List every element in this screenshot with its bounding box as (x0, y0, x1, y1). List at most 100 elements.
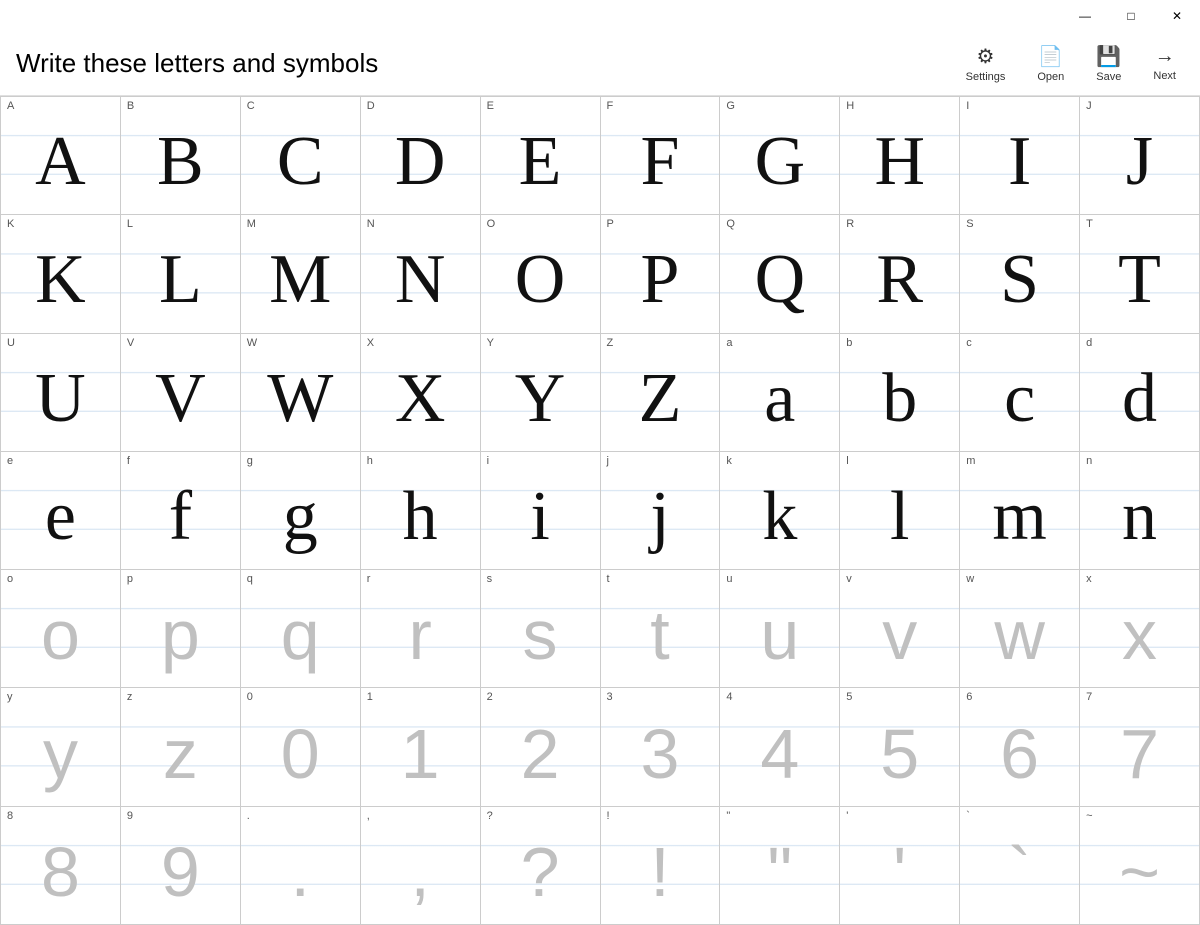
cell-M[interactable]: MM (241, 215, 361, 333)
cell-5[interactable]: 55 (840, 688, 960, 806)
cell-n[interactable]: nn (1080, 452, 1200, 570)
cell-_[interactable]: ,, (361, 807, 481, 925)
cell-J[interactable]: JJ (1080, 97, 1200, 215)
cell-r[interactable]: rr (361, 570, 481, 688)
cell-1[interactable]: 11 (361, 688, 481, 806)
cell-i[interactable]: ii (481, 452, 601, 570)
cell-k[interactable]: kk (720, 452, 840, 570)
cell-_[interactable]: !! (601, 807, 721, 925)
cell-label: 3 (607, 692, 613, 703)
cell-Z[interactable]: ZZ (601, 334, 721, 452)
cell-U[interactable]: UU (1, 334, 121, 452)
cell-label: 7 (1086, 692, 1092, 703)
cell-N[interactable]: NN (361, 215, 481, 333)
cell-label: F (607, 101, 614, 112)
cell-d[interactable]: dd (1080, 334, 1200, 452)
cell-6[interactable]: 66 (960, 688, 1080, 806)
cell-_[interactable]: "" (720, 807, 840, 925)
cell-G[interactable]: GG (720, 97, 840, 215)
cell-label: M (247, 219, 256, 230)
cell-b[interactable]: bb (840, 334, 960, 452)
cell-P[interactable]: PP (601, 215, 721, 333)
cell-g[interactable]: gg (241, 452, 361, 570)
cell-label: Y (487, 338, 494, 349)
cell-8[interactable]: 88 (1, 807, 121, 925)
cell-m[interactable]: mm (960, 452, 1080, 570)
cell-character: f (127, 467, 234, 567)
cell-Y[interactable]: YY (481, 334, 601, 452)
next-button[interactable]: →Next (1145, 41, 1184, 86)
cell-9[interactable]: 99 (121, 807, 241, 925)
cell-K[interactable]: KK (1, 215, 121, 333)
cell-character: g (247, 467, 354, 567)
cell-I[interactable]: II (960, 97, 1080, 215)
cell-character: M (247, 230, 354, 330)
open-button[interactable]: 📄Open (1029, 40, 1072, 87)
cell-F[interactable]: FF (601, 97, 721, 215)
cell-X[interactable]: XX (361, 334, 481, 452)
cell-label: 4 (726, 692, 732, 703)
cell-_[interactable]: '' (840, 807, 960, 925)
cell-O[interactable]: OO (481, 215, 601, 333)
cell-H[interactable]: HH (840, 97, 960, 215)
cell-_[interactable]: ?? (481, 807, 601, 925)
cell-x[interactable]: xx (1080, 570, 1200, 688)
save-button[interactable]: 💾Save (1088, 40, 1129, 87)
cell-D[interactable]: DD (361, 97, 481, 215)
cell-t[interactable]: tt (601, 570, 721, 688)
cell-a[interactable]: aa (720, 334, 840, 452)
cell-R[interactable]: RR (840, 215, 960, 333)
cell-o[interactable]: oo (1, 570, 121, 688)
cell-W[interactable]: WW (241, 334, 361, 452)
cell-l[interactable]: ll (840, 452, 960, 570)
cell-label: H (846, 101, 854, 112)
maximize-button[interactable]: □ (1108, 0, 1154, 32)
close-button[interactable]: ✕ (1154, 0, 1200, 32)
cell-label: Z (607, 338, 614, 349)
cell-u[interactable]: uu (720, 570, 840, 688)
settings-button[interactable]: ⚙Settings (958, 40, 1014, 87)
minimize-button[interactable]: — (1062, 0, 1108, 32)
cell-w[interactable]: ww (960, 570, 1080, 688)
cell-B[interactable]: BB (121, 97, 241, 215)
cell-_[interactable]: .. (241, 807, 361, 925)
cell-q[interactable]: qq (241, 570, 361, 688)
cell-c[interactable]: cc (960, 334, 1080, 452)
cell-V[interactable]: VV (121, 334, 241, 452)
cell-2[interactable]: 22 (481, 688, 601, 806)
cell-character: J (1086, 112, 1193, 212)
cell-E[interactable]: EE (481, 97, 601, 215)
cell-f[interactable]: ff (121, 452, 241, 570)
cell-C[interactable]: CC (241, 97, 361, 215)
cell-label: 6 (966, 692, 972, 703)
cell-character: ? (487, 822, 594, 922)
cell-character: Q (726, 230, 833, 330)
cell-0[interactable]: 00 (241, 688, 361, 806)
cell-p[interactable]: pp (121, 570, 241, 688)
cell-4[interactable]: 44 (720, 688, 840, 806)
settings-icon: ⚙ (977, 44, 995, 69)
cell-y[interactable]: yy (1, 688, 121, 806)
cell-character: N (367, 230, 474, 330)
cell-_[interactable]: `` (960, 807, 1080, 925)
cell-j[interactable]: jj (601, 452, 721, 570)
cell-label: ~ (1086, 811, 1092, 822)
cell-Q[interactable]: QQ (720, 215, 840, 333)
cell-_[interactable]: ~~ (1080, 807, 1200, 925)
cell-s[interactable]: ss (481, 570, 601, 688)
cell-3[interactable]: 33 (601, 688, 721, 806)
cell-v[interactable]: vv (840, 570, 960, 688)
cell-character: D (367, 112, 474, 212)
cell-character: Z (607, 349, 714, 449)
cell-A[interactable]: AA (1, 97, 121, 215)
cell-T[interactable]: TT (1080, 215, 1200, 333)
cell-7[interactable]: 77 (1080, 688, 1200, 806)
cell-e[interactable]: ee (1, 452, 121, 570)
cell-label: o (7, 574, 13, 585)
cell-S[interactable]: SS (960, 215, 1080, 333)
cell-label: d (1086, 338, 1092, 349)
cell-h[interactable]: hh (361, 452, 481, 570)
cell-label: i (487, 456, 489, 467)
cell-z[interactable]: zz (121, 688, 241, 806)
cell-L[interactable]: LL (121, 215, 241, 333)
